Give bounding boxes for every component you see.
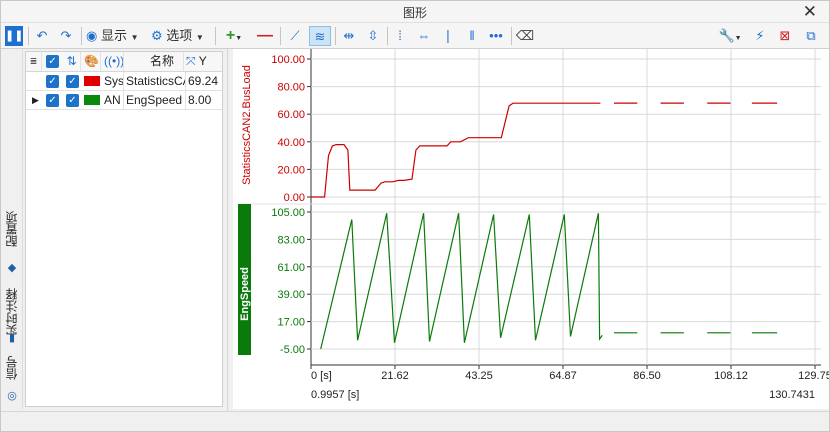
list-icon[interactable]: ≣ <box>26 52 42 71</box>
x-tick-label: 108.12 <box>714 370 748 382</box>
more-icon[interactable]: ••• <box>487 26 505 46</box>
undo-icon[interactable]: ↶ <box>33 26 51 46</box>
header-name[interactable]: 名称 <box>126 52 184 71</box>
pause-icon[interactable]: ❚❚ <box>5 26 23 46</box>
select-all-checkbox[interactable]: ✓ <box>46 55 59 68</box>
close-window-icon[interactable]: ⊠ <box>775 26 795 46</box>
x-tick-label: 43.25 <box>465 370 493 382</box>
engspeed-tick-label: 83.00 <box>277 234 305 246</box>
engspeed-axis-title: EngSpeed <box>239 267 251 321</box>
sort-icon[interactable]: ⇅ <box>63 52 81 71</box>
engspeed-tick-label: 17.00 <box>277 317 305 329</box>
x-tick-label: 21.62 <box>381 370 409 382</box>
row-name: StatisticsCAN2.BusLoad <box>126 72 186 91</box>
signal-grid: ≣ ✓ ⇅ 🎨 ((•)) 名称 ⤧ Y ✓ ✓ Sys StatisticsC… <box>25 51 223 407</box>
graph-window: 图形 ✕ ❚❚ ↶ ↷ ◉ 显示 ▼ ⚙ 选项 ▼ +▼ — ⟋ ≋ ⇹ ⇳ ⁞… <box>0 0 830 432</box>
busload-tick-label: 60.00 <box>277 109 305 121</box>
lightning-icon[interactable]: ⚡ <box>751 26 769 46</box>
engspeed-line <box>320 213 603 350</box>
close-icon[interactable]: ✕ <box>803 2 817 22</box>
row-value: 8.00 <box>188 93 212 107</box>
tab-config[interactable]: 配置项 <box>3 199 21 259</box>
header-y[interactable]: ⤧ Y <box>186 52 222 71</box>
row-enabled-checkbox[interactable]: ✓ <box>66 75 79 88</box>
row-value: 69.24 <box>188 74 219 88</box>
pin-icon[interactable]: ◆ <box>5 261 19 275</box>
axis-icon: ⤧ <box>186 54 196 68</box>
add-signal-button[interactable]: +▼ <box>219 26 249 46</box>
redo-icon[interactable]: ↷ <box>57 26 75 46</box>
toolbar: ❚❚ ↶ ↷ ◉ 显示 ▼ ⚙ 选项 ▼ +▼ — ⟋ ≋ ⇹ ⇳ ⁞ ⇔ ❘ … <box>1 23 829 49</box>
separate-axes-icon[interactable]: ≋ <box>309 26 331 46</box>
busload-line <box>311 102 601 198</box>
remove-signal-icon[interactable]: — <box>255 26 275 46</box>
busload-tick-label: 100.00 <box>271 54 305 66</box>
x-tick-label: 86.50 <box>633 370 661 382</box>
plot-area[interactable]: 100.00 80.00 60.00 40.00 20.00 0.00 105.00 83.… <box>233 49 830 409</box>
broadcast-icon[interactable]: ((•)) <box>104 52 124 71</box>
row-pointer-icon: ▶ <box>32 95 39 105</box>
row-enabled-checkbox[interactable]: ✓ <box>66 94 79 107</box>
cursor-right-readout: 130.7431 <box>769 389 815 401</box>
grid-header: ≣ ✓ ⇅ 🎨 ((•)) 名称 ⤧ Y <box>26 52 222 72</box>
eraser-icon[interactable]: ⌫ <box>515 26 535 46</box>
x-axis: 0 [s] 21.62 43.25 64.87 86.50 108.12 129.75 <box>311 370 830 382</box>
display-menu-button[interactable]: ◉ 显示 ▼ <box>86 26 146 46</box>
engspeed-tick-label: 105.00 <box>271 207 305 219</box>
color-swatch[interactable] <box>84 95 100 105</box>
x-tick-label: 129.75 <box>798 370 829 382</box>
busload-series <box>311 102 778 198</box>
wrench-icon[interactable]: 🔧▼ <box>717 26 743 46</box>
fit-y-icon[interactable]: ⇳ <box>363 26 383 46</box>
engspeed-axis: 105.00 83.00 61.00 39.00 17.00 -5.00 <box>271 207 311 356</box>
busload-axis-title: StatisticsCAN2.BusLoad <box>241 65 253 185</box>
cursor-double-icon[interactable]: ‖ <box>463 26 481 46</box>
row-source: Sys <box>104 72 124 91</box>
x-tick-label: 0 [s] <box>311 370 332 382</box>
window-title: 图形 <box>402 6 427 20</box>
engspeed-series <box>320 213 778 350</box>
left-tab-strip: 配置项 ◆ 实时注释 ▮ 信号 ◎ <box>1 49 23 409</box>
display-label: 显示 <box>100 28 127 43</box>
zoom-in-y-icon[interactable]: ⁞ <box>391 26 409 46</box>
busload-tick-label: 80.00 <box>277 82 305 94</box>
color-swatch[interactable] <box>84 76 100 86</box>
single-axis-icon[interactable]: ⟋ <box>285 26 305 46</box>
row-source: AN <box>104 91 124 110</box>
display-icon: ◉ <box>86 28 98 43</box>
row-visible-checkbox[interactable]: ✓ <box>46 75 59 88</box>
fit-x-icon[interactable]: ⇹ <box>339 26 359 46</box>
engspeed-tick-label: -5.00 <box>280 344 305 356</box>
row-name: EngSpeed <box>126 91 186 110</box>
title-bar: 图形 ✕ <box>1 1 829 23</box>
signal-icon[interactable]: ◎ <box>5 389 19 403</box>
busload-tick-label: 20.00 <box>277 164 305 176</box>
x-tick-label: 64.87 <box>549 370 577 382</box>
busload-tick-label: 0.00 <box>284 192 305 204</box>
chart-canvas[interactable]: 100.00 80.00 60.00 40.00 20.00 0.00 105.00 83.… <box>233 49 830 409</box>
export-icon[interactable]: ⧉ <box>801 26 821 46</box>
header-name-label: 名称 <box>150 54 175 68</box>
row-visible-checkbox[interactable]: ✓ <box>46 94 59 107</box>
palette-icon[interactable]: 🎨 <box>83 52 101 71</box>
table-row[interactable]: ▶ ✓ ✓ AN EngSpeed 8.00 <box>26 91 222 110</box>
options-menu-button[interactable]: ⚙ 选项 ▼ <box>151 26 211 46</box>
options-label: 选项 <box>166 28 193 43</box>
status-bar <box>1 411 829 431</box>
cursor-single-icon[interactable]: ❘ <box>439 26 457 46</box>
table-row[interactable]: ✓ ✓ Sys StatisticsCAN2.BusLoad 69.24 <box>26 72 222 91</box>
engspeed-tick-label: 39.00 <box>277 289 305 301</box>
tab-signal[interactable]: 信号 <box>3 351 21 385</box>
annotation-icon[interactable]: ▮ <box>5 331 19 345</box>
busload-axis: 100.00 80.00 60.00 40.00 20.00 0.00 <box>271 54 311 204</box>
engspeed-tick-label: 61.00 <box>277 262 305 274</box>
gear-icon: ⚙ <box>151 28 163 43</box>
cursor-left-readout: 0.9957 [s] <box>311 389 359 401</box>
header-y-label: Y <box>198 54 207 68</box>
busload-tick-label: 40.00 <box>277 137 305 149</box>
chevron-down-icon: ▼ <box>195 33 204 42</box>
chevron-down-icon: ▼ <box>130 33 139 42</box>
zoom-out-x-icon[interactable]: ⇔ <box>415 26 433 46</box>
